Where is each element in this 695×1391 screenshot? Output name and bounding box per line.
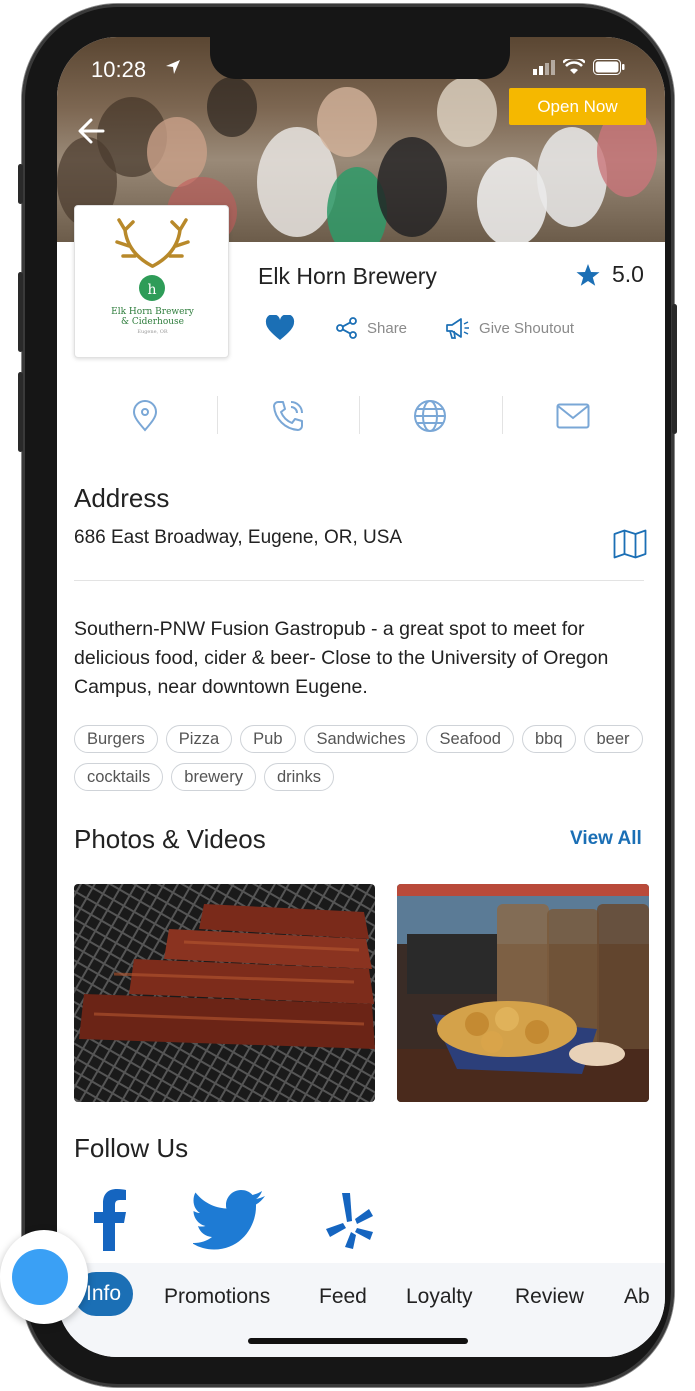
ribs-photo-image [74, 884, 375, 1102]
give-shoutout-label: Give Shoutout [479, 319, 575, 337]
tag[interactable]: Seafood [426, 725, 514, 753]
tag[interactable]: Pizza [165, 725, 233, 753]
give-shoutout-button[interactable]: Give Shoutout [445, 316, 574, 340]
business-actions: Share Give Shoutout [265, 315, 574, 341]
tab-review[interactable]: Review [515, 1285, 584, 1309]
open-now-badge: Open Now [509, 88, 646, 125]
tag-list: Burgers Pizza Pub Sandwiches Seafood bbq… [74, 725, 649, 791]
tab-feed[interactable]: Feed [319, 1285, 367, 1309]
tag[interactable]: brewery [171, 763, 256, 791]
status-time: 10:28 [91, 57, 147, 82]
tag[interactable]: bbq [521, 725, 576, 753]
twitter-icon[interactable] [193, 1189, 267, 1251]
rating-value: 5.0 [612, 261, 644, 287]
business-description: Southern-PNW Fusion Gastropub - a great … [74, 618, 609, 698]
mail-icon [556, 403, 590, 429]
tag[interactable]: Sandwiches [303, 725, 419, 753]
photos-title: Photos & Videos [74, 824, 266, 854]
megaphone-icon [446, 318, 470, 339]
address-title: Address [74, 483, 170, 513]
divider [74, 580, 644, 581]
logo-text-line3: Eugene, OR [137, 329, 168, 335]
back-arrow-icon[interactable] [73, 111, 113, 151]
location-button[interactable] [74, 394, 217, 438]
notch [210, 37, 510, 79]
tag[interactable]: Pub [240, 725, 296, 753]
mute-switch [18, 164, 23, 204]
photo-pickles-beer[interactable] [397, 884, 649, 1102]
home-indicator [248, 1338, 468, 1344]
tag[interactable]: drinks [263, 763, 334, 791]
share-icon [336, 317, 357, 339]
address-text: 686 East Broadway, Eugene, OR, USA [74, 527, 403, 548]
logo-text-line2: & Ciderhouse [121, 317, 184, 327]
wifi-icon [563, 59, 585, 74]
share-label: Share [367, 319, 408, 337]
app-screen: 10:28 Open Now h Elk Horn Brewery & Cide… [57, 37, 665, 1357]
star-icon [576, 263, 600, 286]
tag[interactable]: Burgers [74, 725, 158, 753]
location-pin-icon [133, 400, 158, 432]
volume-down-button [18, 372, 23, 452]
business-logo: h Elk Horn Brewery & Ciderhouse Eugene, … [74, 205, 229, 358]
share-button[interactable]: Share [335, 316, 407, 340]
favorite-heart-icon[interactable] [265, 315, 295, 341]
rating: 5.0 [576, 261, 644, 288]
svg-text:h: h [147, 282, 156, 298]
follow-us-title: Follow Us [74, 1133, 189, 1163]
logo-text-line1: Elk Horn Brewery [111, 307, 194, 317]
tab-promotions[interactable]: Promotions [164, 1285, 270, 1309]
pickles-beer-photo-image [397, 884, 649, 1102]
power-button [672, 304, 677, 434]
view-all-link[interactable]: View All [570, 828, 642, 850]
phone-call-icon [272, 401, 303, 431]
tag[interactable]: cocktails [74, 763, 164, 791]
globe-icon [414, 400, 447, 432]
business-name: Elk Horn Brewery [258, 263, 437, 289]
floating-action-button[interactable] [0, 1230, 88, 1324]
contact-actions [74, 394, 644, 438]
volume-up-button [18, 272, 23, 352]
tab-loyalty[interactable]: Loyalty [406, 1285, 473, 1309]
floating-button-dot [12, 1249, 68, 1305]
facebook-icon[interactable] [93, 1187, 127, 1251]
yelp-icon[interactable] [325, 1191, 375, 1251]
map-icon[interactable] [613, 529, 647, 559]
location-arrow-icon [166, 60, 180, 74]
tag[interactable]: beer [583, 725, 643, 753]
battery-icon [593, 59, 625, 75]
signal-icon [533, 60, 555, 75]
website-button[interactable] [359, 394, 502, 438]
call-button[interactable] [216, 394, 360, 438]
photo-ribs[interactable] [74, 884, 375, 1102]
status-icons [533, 59, 625, 75]
tab-about[interactable]: Ab [624, 1285, 650, 1309]
email-button[interactable] [501, 394, 645, 438]
